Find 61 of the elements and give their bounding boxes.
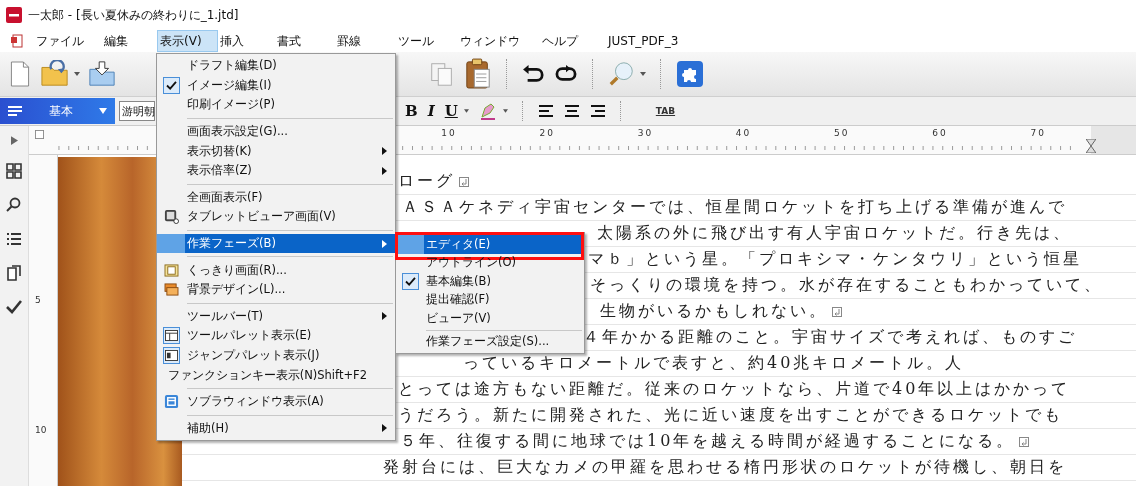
menu-item[interactable]: ツールバー(T): [157, 306, 395, 327]
menu-item[interactable]: 表示切替(K): [157, 141, 395, 161]
style-dropdown[interactable]: 基本: [0, 98, 115, 124]
menu-item[interactable]: イメージ編集(I): [157, 75, 395, 96]
menu-item[interactable]: ファンクションキー表示(N)Shift+F2: [157, 365, 395, 385]
ruler-number: 5: [35, 295, 41, 305]
menu-item[interactable]: JUST_PDF_3: [606, 30, 696, 52]
menu-item[interactable]: 挿入: [218, 30, 275, 52]
ruler-number: 10: [441, 128, 457, 138]
document-text: ４年かかる距離のこと。宇宙サイズで考えれば、ものすご: [583, 327, 1077, 348]
ruler-number: 50: [834, 128, 850, 138]
shortcut-label: Shift+F2: [317, 368, 367, 383]
menu-item[interactable]: 提出確認(F): [396, 290, 584, 309]
menu-item[interactable]: 作業フェーズ(B): [157, 233, 395, 254]
ruler-number: 70: [1030, 128, 1046, 138]
ruler-number: 40: [735, 128, 752, 138]
menu-item[interactable]: 背景デザイン(L)...: [157, 279, 395, 300]
menu-item[interactable]: 表示(V): [157, 30, 218, 52]
window-title: 一太郎 - [長い夏休みの終わりに_1.jtd]: [28, 6, 239, 24]
menu-item[interactable]: ツール: [396, 30, 458, 52]
menu-item[interactable]: ドラフト編集(D): [157, 56, 395, 76]
document-text: 発射台には、巨大なカメの甲羅を思わせる楕円形状のロケットが待機し、朝日を: [383, 457, 1067, 478]
menu-item[interactable]: 全画面表示(F): [157, 187, 395, 208]
italic-button[interactable]: I: [427, 102, 435, 120]
menu-item[interactable]: 基本編集(B): [396, 272, 584, 291]
underline-button[interactable]: U: [444, 102, 458, 120]
menu-item[interactable]: ファイル: [34, 30, 102, 52]
menu-item[interactable]: ジャンプパレット表示(J): [157, 345, 395, 366]
font-field[interactable]: 游明朝: [119, 101, 155, 121]
ruler-number: 30: [637, 128, 654, 138]
ruler-number: 20: [539, 128, 555, 138]
menu-item[interactable]: ツールパレット表示(E): [157, 326, 395, 346]
document-text: ５年、往復する間に地球では10年を越える時間が経過することになる。: [400, 431, 1016, 452]
bold-button[interactable]: B: [405, 102, 418, 120]
tab-button[interactable]: TAB: [655, 106, 676, 116]
menu-item[interactable]: 編集: [102, 30, 157, 52]
document-text: うだろう。新たに開発された、光に近い速度を出すことができるロケットでも: [398, 405, 1063, 426]
ruler-number: 60: [932, 128, 948, 138]
menu-item[interactable]: 書式: [275, 30, 335, 52]
menu-item[interactable]: ビューア(V): [396, 309, 584, 328]
document-text: そっくりの環境を持つ。水が存在することもわかっていて、: [590, 275, 1103, 296]
document-text: ＡＳＡケネディ宇宙センターでは、恒星間ロケットを打ち上げる準備が進んで: [402, 197, 1067, 218]
document-text: ローグ: [398, 171, 455, 192]
menu-item[interactable]: ヘルプ: [540, 30, 606, 52]
document-text: 太陽系の外に飛び出す有人宇宙ロケットだ。行き先は、: [597, 223, 1072, 244]
menu-item[interactable]: 表示倍率(Z): [157, 160, 395, 181]
menu-item[interactable]: エディタ(E): [396, 235, 584, 254]
document-text: マｂ」という星。「プロキシマ・ケンタウリ」という恒星: [588, 249, 1082, 270]
menu-item[interactable]: タブレットビューア画面(V): [157, 207, 395, 227]
document-text: 生物がいるかもしれない。: [600, 301, 828, 322]
menu-item[interactable]: ソブラウィンドウ表示(A): [157, 391, 395, 412]
menu-item[interactable]: 罫線: [335, 30, 396, 52]
menu-item[interactable]: 印刷イメージ(P): [157, 95, 395, 115]
document-text: とっては途方もない距離だ。従来のロケットなら、片道で40年以上はかかって: [398, 379, 1071, 400]
menu-item[interactable]: ウィンドウ: [458, 30, 540, 52]
ruler-number: 10: [35, 425, 47, 435]
menu-item[interactable]: くっきり画面(R)...: [157, 260, 395, 280]
document-text: っているキロメートルで表すと、約40兆キロメートル。人: [463, 353, 965, 374]
menu-item[interactable]: 画面表示設定(G)...: [157, 121, 395, 142]
menu-item[interactable]: 作業フェーズ設定(S)...: [396, 332, 584, 351]
menu-item[interactable]: 補助(H): [157, 418, 395, 439]
